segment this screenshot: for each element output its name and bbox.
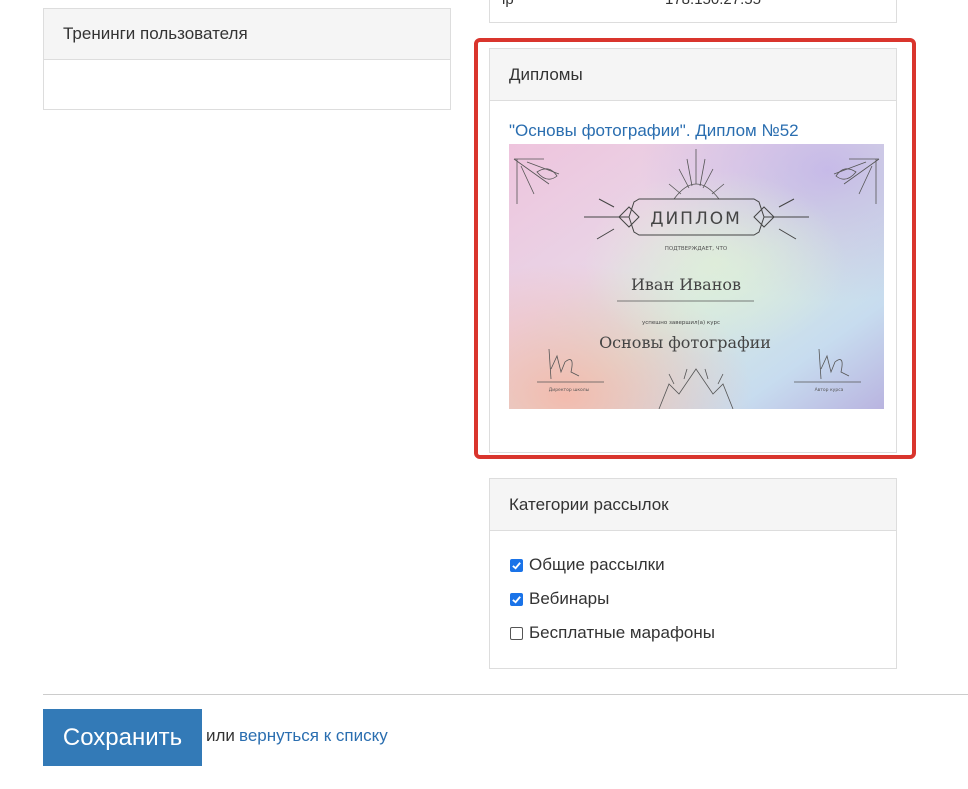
checkbox-checked-icon[interactable] (510, 592, 523, 606)
mailing-categories-title: Категории рассылок (490, 479, 896, 531)
checkbox-free-marathons[interactable]: Бесплатные марафоны (510, 623, 715, 643)
checkbox-webinars[interactable]: Вебинары (510, 589, 609, 609)
or-text: или (206, 726, 235, 745)
checkbox-label: Общие рассылки (529, 555, 665, 574)
checkbox-label: Бесплатные марафоны (529, 623, 715, 642)
trainings-panel: Тренинги пользователя (43, 8, 451, 110)
trainings-panel-title: Тренинги пользователя (44, 9, 450, 60)
back-to-list-link[interactable]: вернуться к списку (239, 726, 388, 746)
ip-value: 178.150.27.55 (665, 0, 761, 8)
ip-label: ip (502, 0, 514, 8)
checkbox-label: Вебинары (529, 589, 610, 608)
diplomas-highlight-frame (474, 38, 916, 459)
checkbox-unchecked-icon[interactable] (510, 626, 523, 640)
ip-info-panel: ip 178.150.27.55 (489, 0, 897, 23)
checkbox-checked-icon[interactable] (510, 558, 523, 572)
form-divider (43, 694, 968, 695)
mailing-categories-panel: Категории рассылок Общие рассылки Вебина… (489, 478, 897, 669)
save-button[interactable]: Сохранить (43, 709, 202, 766)
checkbox-general-mailings[interactable]: Общие рассылки (510, 555, 665, 575)
